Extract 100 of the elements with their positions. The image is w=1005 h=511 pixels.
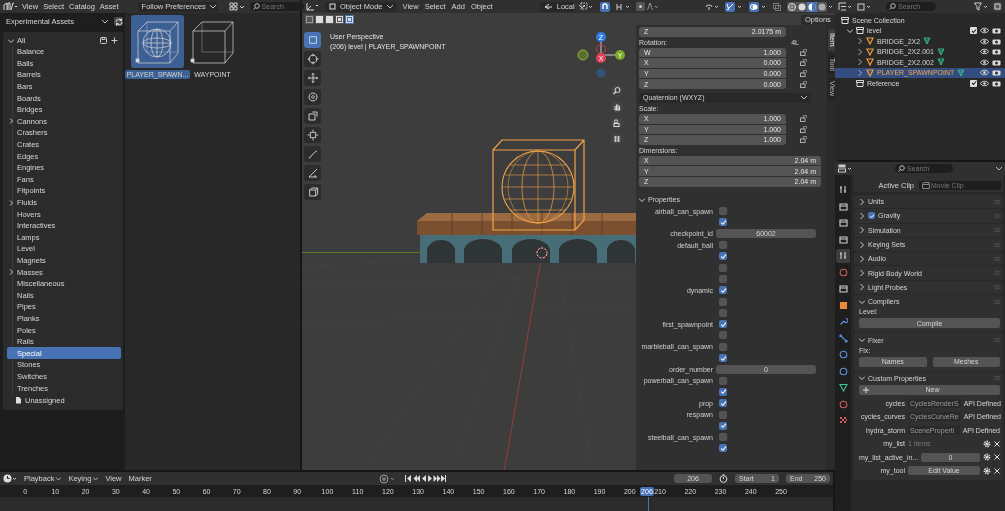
- lock-icon[interactable]: [800, 136, 808, 144]
- eye-icon[interactable]: [980, 48, 989, 56]
- checkbox[interactable]: [719, 331, 727, 340]
- checkbox[interactable]: [719, 308, 727, 317]
- selection-mode-button[interactable]: [305, 15, 314, 24]
- sphere-icon: [838, 399, 848, 409]
- checkbox[interactable]: [719, 218, 727, 227]
- pivot-icon[interactable]: [579, 2, 594, 11]
- list-icon[interactable]: [838, 2, 852, 11]
- clock-icon: [3, 474, 17, 483]
- editor-type-icon[interactable]: [838, 164, 852, 173]
- grid-view-icon[interactable]: [228, 2, 245, 11]
- snap-target-icon[interactable]: [615, 2, 630, 11]
- tool-button[interactable]: [304, 70, 321, 86]
- close-icon[interactable]: [994, 454, 1000, 461]
- tool-button[interactable]: [304, 51, 321, 67]
- refresh-button[interactable]: [114, 17, 123, 26]
- caret-icon[interactable]: [996, 166, 1002, 171]
- selection-mode-button[interactable]: [345, 15, 354, 24]
- cursor-icon: [306, 53, 319, 65]
- checkbox[interactable]: [719, 410, 727, 419]
- pen-icon: [306, 148, 319, 160]
- tools-icon: [838, 185, 848, 195]
- eye-icon[interactable]: [980, 27, 989, 35]
- editor-type-button[interactable]: [305, 2, 319, 11]
- tool-button[interactable]: [304, 32, 321, 48]
- zoom-icon[interactable]: [611, 85, 623, 97]
- checkbox[interactable]: [719, 342, 727, 351]
- chevron-icon[interactable]: [857, 38, 863, 45]
- xray-icon[interactable]: [773, 2, 781, 11]
- selection-mode-button[interactable]: [315, 15, 324, 24]
- checkbox[interactable]: [719, 320, 727, 329]
- checkbox[interactable]: [719, 241, 727, 250]
- tool-button[interactable]: [304, 89, 321, 105]
- chevron-icon[interactable]: [857, 48, 863, 55]
- editor-type-button[interactable]: [3, 2, 17, 11]
- checkbox[interactable]: [719, 399, 727, 408]
- checkbox[interactable]: [719, 286, 727, 295]
- hand-icon[interactable]: [611, 101, 623, 113]
- lock-icon[interactable]: [800, 59, 808, 67]
- display-mode-icon[interactable]: [857, 2, 871, 11]
- document-icon: [15, 396, 22, 405]
- checkbox[interactable]: [719, 421, 727, 430]
- shading-icon[interactable]: [787, 1, 835, 12]
- stopwatch-icon[interactable]: [719, 474, 728, 483]
- axis-gizmo[interactable]: [577, 32, 625, 78]
- move-icon: [306, 72, 319, 84]
- save-icon[interactable]: [100, 37, 107, 44]
- checkbox[interactable]: [868, 212, 875, 220]
- magnet-icon[interactable]: [599, 1, 610, 12]
- collection-icon: [841, 16, 849, 24]
- playback-controls-icon[interactable]: [404, 474, 447, 483]
- checkbox[interactable]: [719, 433, 727, 442]
- asset-thumbnail[interactable]: [131, 15, 184, 68]
- eye-icon[interactable]: [980, 58, 989, 66]
- checkbox[interactable]: [719, 207, 727, 216]
- selection-mode-button[interactable]: [325, 15, 334, 24]
- checkbox[interactable]: [719, 274, 727, 283]
- properties-tab[interactable]: [836, 282, 850, 296]
- select-box-icon: [306, 34, 319, 46]
- overlays-icon[interactable]: [749, 1, 767, 12]
- close-icon[interactable]: [994, 440, 1000, 447]
- checkbox[interactable]: [719, 376, 727, 385]
- proportional-icon[interactable]: [635, 2, 658, 11]
- checkbox[interactable]: [719, 252, 727, 261]
- grid-icon[interactable]: [611, 133, 623, 145]
- checkbox[interactable]: [970, 79, 977, 87]
- selection-mode-button[interactable]: [335, 15, 344, 24]
- gizmo-toggle-icon[interactable]: [725, 1, 743, 12]
- checkbox[interactable]: [719, 263, 727, 272]
- visibility-icon[interactable]: [705, 2, 719, 11]
- lock-icon[interactable]: [800, 125, 808, 133]
- tool-button[interactable]: [304, 127, 321, 143]
- checkbox[interactable]: [719, 387, 727, 396]
- checkbox[interactable]: [719, 444, 727, 453]
- lock-icon[interactable]: [800, 115, 808, 123]
- eye-icon[interactable]: [980, 79, 989, 87]
- editor-type-button[interactable]: [3, 474, 17, 483]
- tool-button[interactable]: [304, 146, 321, 162]
- chevron-icon[interactable]: [847, 27, 853, 34]
- eye-icon[interactable]: [980, 69, 989, 77]
- lock-icon[interactable]: [800, 70, 808, 78]
- lock-icon[interactable]: [800, 80, 808, 88]
- checkbox[interactable]: [719, 354, 727, 363]
- eye-icon[interactable]: [980, 37, 989, 45]
- triangle-icon: [838, 383, 848, 393]
- tool-button[interactable]: [304, 165, 321, 181]
- lock-icon[interactable]: [800, 48, 808, 56]
- tool-button[interactable]: [304, 184, 321, 200]
- close-icon[interactable]: [994, 467, 1000, 474]
- checkbox[interactable]: [719, 297, 727, 306]
- checkbox[interactable]: [970, 27, 977, 35]
- filter-icon[interactable]: [974, 2, 988, 11]
- collection-icon: [856, 27, 864, 35]
- caret-icon: [209, 4, 216, 9]
- properties-tab[interactable]: [836, 381, 850, 395]
- add-icon[interactable]: [111, 37, 118, 44]
- chevron-icon[interactable]: [857, 59, 863, 66]
- new-collection-icon[interactable]: [993, 2, 1002, 11]
- axes-icon: [305, 2, 319, 11]
